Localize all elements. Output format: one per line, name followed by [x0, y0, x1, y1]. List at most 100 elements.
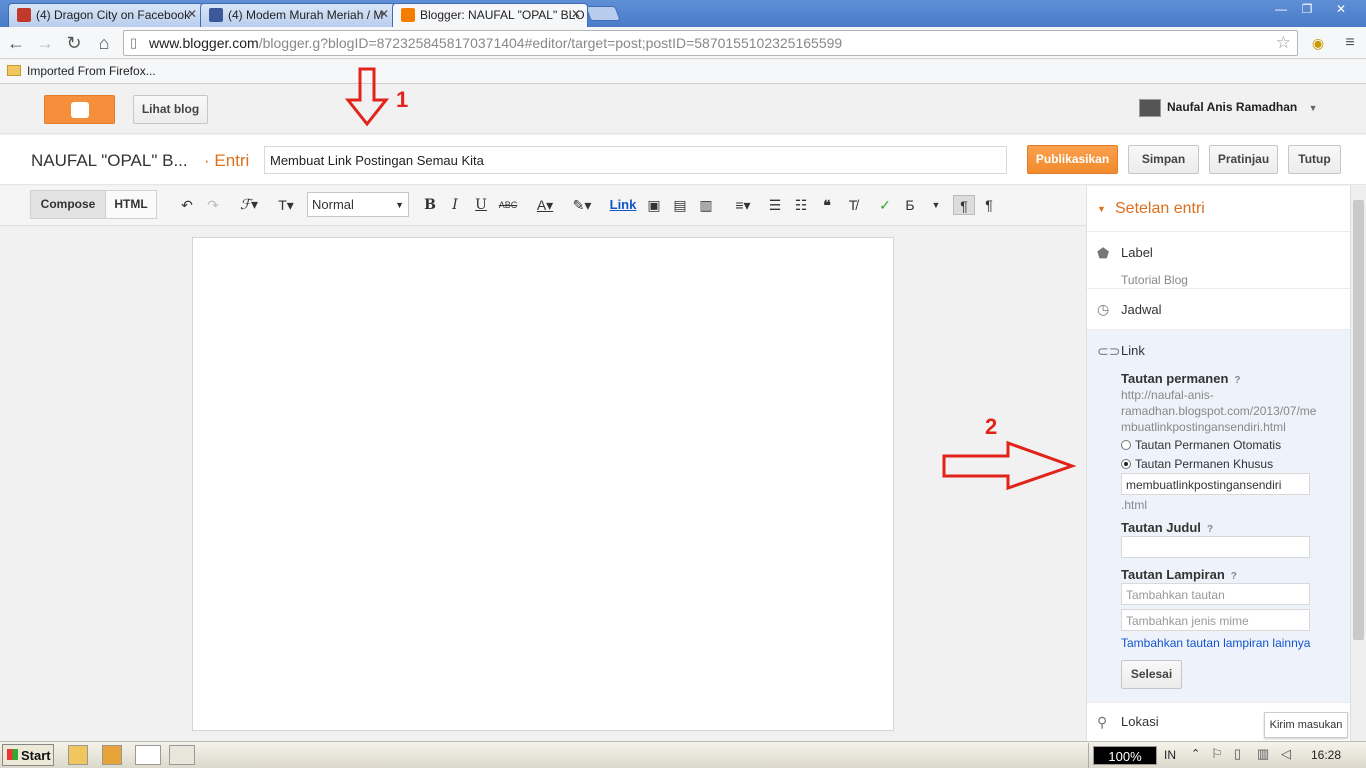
- chrome-icon[interactable]: [135, 745, 161, 765]
- tab-dragon-city[interactable]: (4) Dragon City on Facebook ✕: [8, 3, 204, 27]
- undo-icon[interactable]: ↶: [177, 195, 197, 215]
- address-bar[interactable]: ▯ www.blogger.com/blogger.g?blogID=87232…: [123, 30, 1298, 56]
- schedule-title: Jadwal: [1121, 302, 1162, 317]
- custom-permalink-option[interactable]: Tautan Permanen Khusus: [1121, 457, 1273, 471]
- image-icon[interactable]: ▣: [644, 195, 664, 215]
- settings-header[interactable]: ▼ Setelan entri: [1087, 186, 1351, 232]
- help-icon[interactable]: ?: [1207, 524, 1213, 535]
- tab-blogger[interactable]: Blogger: NAUFAL "OPAL" BLO ✕: [392, 3, 588, 27]
- entri-label: · Entri: [204, 151, 250, 170]
- tab-label: (4) Modem Murah Meriah / M: [228, 8, 384, 22]
- video-icon[interactable]: ▤: [670, 195, 690, 215]
- title-link-input[interactable]: [1121, 536, 1310, 558]
- custom-option-label: Tautan Permanen Khusus: [1135, 457, 1274, 471]
- transliterate-icon[interactable]: Б: [900, 195, 920, 215]
- new-tab-button[interactable]: [585, 6, 621, 21]
- view-blog-button[interactable]: Lihat blog: [133, 95, 208, 124]
- italic-icon[interactable]: I: [445, 195, 465, 215]
- ltr-icon[interactable]: ¶: [953, 195, 975, 215]
- more-icon[interactable]: ▼: [926, 195, 946, 215]
- feedback-button[interactable]: Kirim masukan: [1264, 712, 1348, 738]
- window-close-icon[interactable]: ✕: [1328, 0, 1354, 18]
- save-button[interactable]: Simpan: [1128, 145, 1199, 174]
- media-player-icon[interactable]: [102, 745, 122, 765]
- app-icon[interactable]: [169, 745, 195, 765]
- close-button[interactable]: Tutup: [1288, 145, 1341, 174]
- help-icon[interactable]: ?: [1231, 571, 1237, 582]
- blogger-logo-icon[interactable]: [44, 95, 115, 124]
- url-host: www.blogger.com: [149, 35, 259, 51]
- highlight-icon[interactable]: ✎▾: [567, 195, 597, 215]
- align-icon[interactable]: ≡▾: [728, 195, 758, 215]
- flag-icon[interactable]: ⚐: [1211, 746, 1223, 762]
- network-icon[interactable]: ▥: [1257, 746, 1269, 762]
- numbered-list-icon[interactable]: ☰: [765, 195, 785, 215]
- permalink-url-line: ramadhan.blogspot.com/2013/07/me: [1121, 404, 1317, 418]
- star-icon[interactable]: ☆: [1276, 33, 1291, 53]
- volume-icon[interactable]: ◁: [1281, 746, 1291, 762]
- back-icon[interactable]: ←: [4, 31, 28, 55]
- radio-unselected[interactable]: [1121, 440, 1131, 450]
- html-tab[interactable]: HTML: [105, 190, 157, 219]
- help-icon[interactable]: ?: [1234, 375, 1240, 386]
- reload-icon[interactable]: ↻: [62, 31, 86, 55]
- quote-icon[interactable]: ❝: [817, 195, 837, 215]
- menu-icon[interactable]: ≡: [1338, 31, 1362, 55]
- custom-permalink-input[interactable]: membuatlinkpostingansendiri: [1121, 473, 1310, 495]
- show-hidden-icon[interactable]: ⌃: [1191, 747, 1200, 760]
- text-color-icon[interactable]: A▾: [530, 195, 560, 215]
- close-icon[interactable]: ✕: [187, 7, 197, 21]
- annotation-number: 2: [985, 414, 998, 439]
- windows-logo-icon: [7, 749, 18, 760]
- preview-button[interactable]: Pratinjau: [1209, 145, 1278, 174]
- compose-tab[interactable]: Compose: [30, 190, 106, 219]
- minimize-icon[interactable]: —: [1268, 0, 1294, 18]
- done-button[interactable]: Selesai: [1121, 660, 1182, 689]
- label-section[interactable]: ⬟ Label Tutorial Blog: [1087, 232, 1351, 289]
- clock-time[interactable]: 16:28: [1311, 748, 1341, 762]
- explorer-icon[interactable]: [68, 745, 88, 765]
- link-button[interactable]: Link: [609, 195, 637, 215]
- scrollbar-thumb[interactable]: [1353, 200, 1364, 640]
- forward-icon[interactable]: →: [33, 31, 57, 55]
- add-attachment-link[interactable]: Tambahkan tautan lampiran lainnya: [1121, 636, 1310, 650]
- account-menu[interactable]: Naufal Anis Ramadhan ▼: [1139, 99, 1318, 117]
- bookmark-folder[interactable]: Imported From Firefox...: [27, 64, 156, 78]
- font-family-icon[interactable]: ℱ▾: [234, 195, 264, 215]
- bold-icon[interactable]: B: [420, 195, 440, 215]
- restore-icon[interactable]: ❐: [1294, 0, 1320, 18]
- close-icon[interactable]: ✕: [571, 7, 581, 21]
- auto-permalink-option[interactable]: Tautan Permanen Otomatis: [1121, 438, 1281, 452]
- publish-button[interactable]: Publikasikan: [1027, 145, 1118, 174]
- post-body-editor[interactable]: [192, 237, 894, 731]
- bullet-list-icon[interactable]: ☷: [791, 195, 811, 215]
- close-icon[interactable]: ✕: [379, 7, 389, 21]
- remove-format-icon[interactable]: T̸: [843, 195, 863, 215]
- font-size-icon[interactable]: T▾: [271, 195, 301, 215]
- tab-modem[interactable]: (4) Modem Murah Meriah / M ✕: [200, 3, 396, 27]
- title-link-label: Tautan Judul: [1121, 520, 1201, 535]
- windows-taskbar: Start 100% IN ⌃ ⚐ ▯ ▥ ◁ 16:28: [0, 741, 1366, 768]
- extension-icon[interactable]: ◉: [1306, 31, 1330, 55]
- redo-icon[interactable]: ↷: [203, 195, 223, 215]
- home-icon[interactable]: ⌂: [92, 31, 116, 55]
- underline-icon[interactable]: U: [471, 195, 491, 215]
- chevron-down-icon: ▼: [395, 200, 404, 210]
- rtl-icon[interactable]: ¶: [979, 195, 999, 215]
- start-button[interactable]: Start: [2, 744, 54, 766]
- format-select[interactable]: Normal ▼: [307, 192, 409, 217]
- spellcheck-icon[interactable]: ✓: [875, 195, 895, 215]
- post-title-input[interactable]: Membuat Link Postingan Semau Kita: [264, 146, 1007, 174]
- language-indicator[interactable]: IN: [1164, 748, 1176, 762]
- attachment-link-input[interactable]: Tambahkan tautan: [1121, 583, 1310, 605]
- clock-icon: ◷: [1097, 301, 1110, 317]
- mime-type-input[interactable]: Tambahkan jenis mime: [1121, 609, 1310, 631]
- location-title: Lokasi: [1121, 714, 1159, 729]
- sidebar-scrollbar[interactable]: [1350, 186, 1366, 741]
- strikethrough-icon[interactable]: ABC: [497, 195, 519, 215]
- label-title: Label: [1121, 245, 1153, 260]
- radio-selected[interactable]: [1121, 459, 1131, 469]
- schedule-section[interactable]: ◷ Jadwal: [1087, 289, 1351, 330]
- device-icon[interactable]: ▯: [1234, 746, 1241, 762]
- jump-break-icon[interactable]: ▥: [696, 195, 716, 215]
